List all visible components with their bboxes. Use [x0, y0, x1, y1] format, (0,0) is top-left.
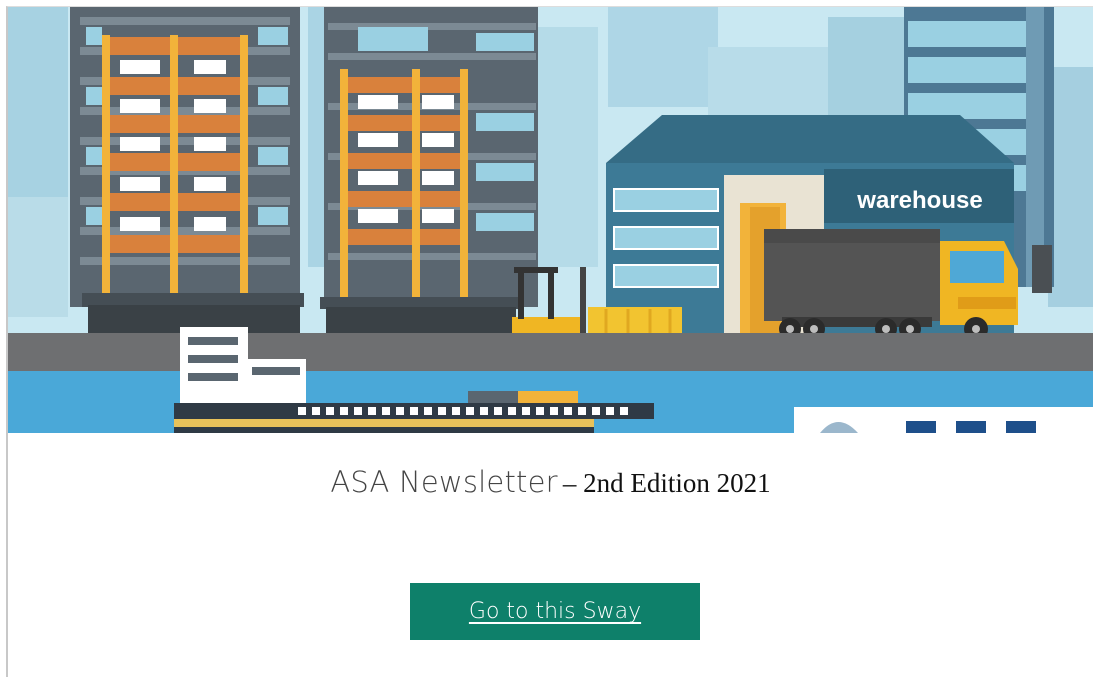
newsletter-title: ASA Newsletter – 2nd Edition 2021 [8, 465, 1093, 499]
warehouse-sign: warehouse [856, 187, 982, 214]
go-to-sway-button[interactable]: Go to this Sway [410, 583, 700, 640]
warehouse-illustration: warehouse [8, 7, 1093, 433]
hero-image: warehouse [8, 7, 1093, 433]
newsletter-edition: – 2nd Edition 2021 [562, 468, 771, 498]
sway-card: warehouse ASA Newsletter – 2nd Edition 2… [6, 6, 1093, 677]
newsletter-title-main: ASA Newsletter [330, 465, 558, 499]
